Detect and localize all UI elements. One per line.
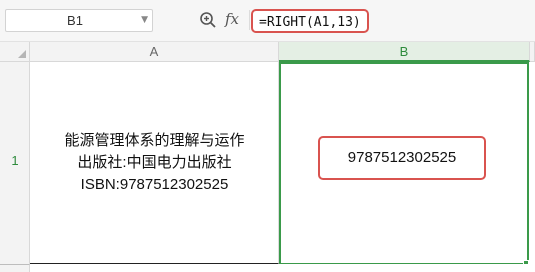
cell-a1-text: 能源管理体系的理解与运作 出版社:中国电力出版社 ISBN:9787512302…: [30, 130, 279, 196]
cell-a1[interactable]: 能源管理体系的理解与运作 出版社:中国电力出版社 ISBN:9787512302…: [30, 62, 279, 264]
cell-a1-line: 能源管理体系的理解与运作: [64, 132, 245, 149]
row-header-1[interactable]: 1: [0, 62, 30, 264]
row-number: 1: [11, 153, 19, 168]
formula-text: =RIGHT(A1,13): [259, 15, 361, 30]
column-header-c[interactable]: [530, 42, 535, 62]
cell-b1-value: 9787512302525: [347, 149, 457, 166]
chevron-down-icon[interactable]: ▼: [141, 13, 148, 28]
select-all-corner[interactable]: [0, 42, 30, 62]
fx-icon[interactable]: fx: [225, 9, 239, 29]
name-box[interactable]: B1 ▼: [5, 9, 153, 32]
formula-separator: [249, 10, 250, 30]
row-2-cells[interactable]: [30, 264, 535, 272]
cell-a1-line: 出版社:中国电力出版社: [77, 154, 232, 171]
select-all-icon: [18, 50, 26, 58]
result-highlight: 9787512302525: [318, 136, 486, 180]
cell-a1-line: ISBN:9787512302525: [80, 176, 229, 193]
column-header-a[interactable]: A: [30, 42, 279, 62]
name-box-value: B1: [67, 13, 83, 28]
zoom-in-icon[interactable]: [199, 11, 217, 29]
row-header-2[interactable]: [0, 264, 30, 272]
cell-c1[interactable]: [530, 62, 535, 272]
column-header-b[interactable]: B: [279, 42, 530, 62]
spreadsheet-grid: A B 1 能源管理体系的理解与运作 出版社:中国电力出版社 ISBN:9787…: [0, 42, 535, 272]
formula-input[interactable]: =RIGHT(A1,13): [251, 9, 369, 33]
formula-bar: B1 ▼ fx =RIGHT(A1,13): [0, 0, 535, 42]
